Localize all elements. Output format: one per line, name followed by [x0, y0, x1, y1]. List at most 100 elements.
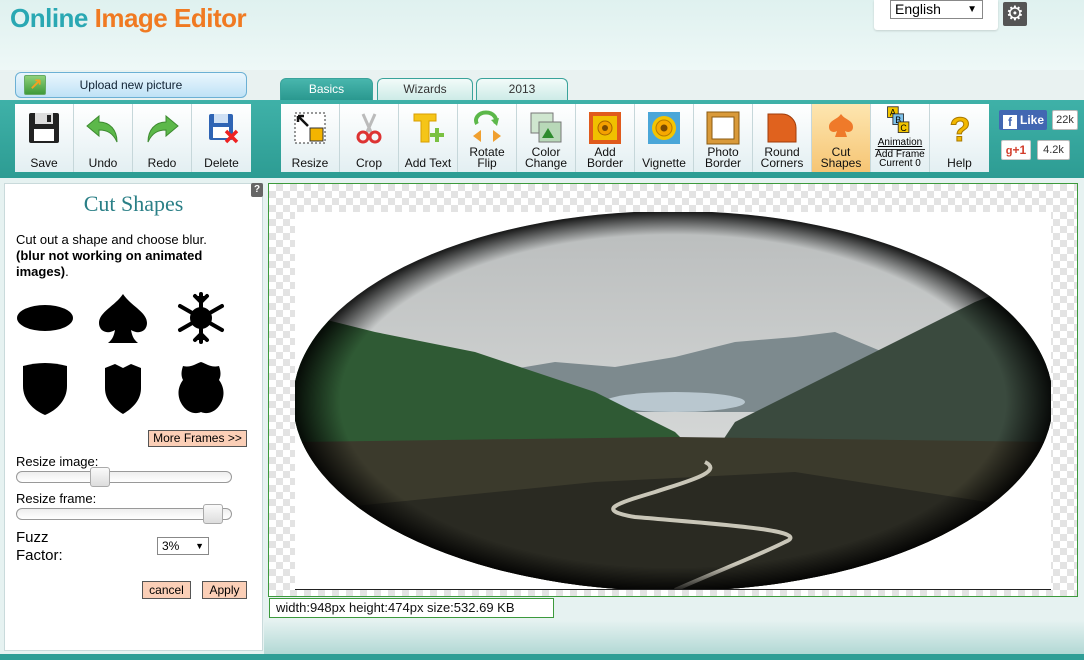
cut-shapes-label: Cut Shapes [820, 145, 862, 170]
tab-basics[interactable]: Basics [280, 78, 373, 100]
border-icon [589, 112, 621, 144]
edited-image[interactable] [295, 212, 1051, 590]
redo-button[interactable]: Redo [133, 104, 192, 172]
color-change-label: Color Change [524, 145, 568, 170]
rotate-flip-label: Rotate Flip [469, 145, 505, 170]
logo-text-image-editor: Image Editor [94, 3, 247, 33]
cut-shapes-panel: Cut Shapes Cut out a shape and choose bl… [4, 183, 263, 651]
animation-label: Animation [877, 137, 923, 148]
resize-icon [294, 112, 326, 144]
app-logo[interactable]: Online Image Editor [10, 3, 247, 34]
upload-picture-button[interactable]: Upload new picture [15, 72, 247, 98]
language-box: English ▼ [874, 0, 998, 30]
vignette-button[interactable]: Vignette [635, 104, 694, 172]
tab-wizards[interactable]: Wizards [377, 78, 473, 100]
panel-description: Cut out a shape and choose blur. (blur n… [16, 232, 207, 279]
logo-text-online: Online [10, 3, 95, 33]
animation-button[interactable]: A B C Animation Add Frame Current 0 [871, 104, 930, 172]
google-plus-button[interactable]: g+1 [1001, 140, 1031, 160]
save-button[interactable]: Save [15, 104, 74, 172]
scissors-icon [356, 113, 382, 144]
rotate-flip-button[interactable]: Rotate Flip [458, 104, 517, 172]
resize-image-handle[interactable] [90, 467, 110, 487]
crop-label: Crop [355, 156, 382, 170]
description-text: Cut out a shape and choose blur. [16, 232, 207, 247]
landscape-photo [295, 212, 1051, 589]
snowflake-shape-icon[interactable] [171, 290, 231, 346]
fb-like-label: Like [1020, 113, 1045, 127]
redo-label: Redo [147, 156, 177, 170]
fuzz-factor-label: Fuzz Factor: [16, 529, 63, 564]
delete-icon [208, 114, 238, 144]
rotate-icon [473, 110, 501, 142]
help-button[interactable]: ? Help [930, 104, 989, 172]
cancel-button[interactable]: cancel [142, 581, 191, 599]
tab-2013[interactable]: 2013 [476, 78, 568, 100]
ellipse-shape-icon[interactable] [15, 290, 75, 346]
resize-frame-handle[interactable] [203, 504, 223, 524]
redo-arrow-icon [147, 114, 179, 143]
gplus-count: 4.2k [1037, 140, 1070, 160]
help-label: Help [947, 156, 972, 170]
resize-frame-label: Resize frame: [16, 491, 97, 506]
round-corners-icon [767, 113, 797, 143]
undo-button[interactable]: Undo [74, 104, 133, 172]
undo-label: Undo [88, 156, 118, 170]
language-select[interactable]: English ▼ [890, 0, 983, 19]
undo-arrow-icon [86, 114, 118, 143]
dropdown-arrow-icon: ▼ [195, 541, 204, 551]
gplus-label: +1 [1012, 143, 1027, 157]
more-frames-button[interactable]: More Frames >> [148, 430, 247, 447]
save-label: Save [30, 156, 58, 170]
add-border-button[interactable]: Add Border [576, 104, 635, 172]
resize-label: Resize [291, 156, 329, 170]
apply-button[interactable]: Apply [202, 581, 247, 599]
fb-like-count: 22k [1052, 110, 1078, 130]
color-change-button[interactable]: Color Change [517, 104, 576, 172]
add-text-button[interactable]: Add Text [399, 104, 458, 172]
round-corners-label: Round Corners [760, 145, 804, 170]
resize-frame-slider[interactable] [16, 504, 232, 524]
cut-shapes-icon [829, 114, 853, 137]
add-text-label: Add Text [404, 156, 452, 170]
animated-note: (blur not working on animated images) [16, 248, 203, 279]
fuzz-factor-value: 3% [162, 539, 180, 553]
svg-text:?: ? [949, 111, 970, 146]
footer-line [0, 654, 1084, 660]
delete-button[interactable]: Delete [192, 104, 251, 172]
highway-shield-shape-icon[interactable] [171, 360, 231, 416]
badge-shape-icon[interactable] [93, 360, 153, 416]
animation-icon: A B C [887, 106, 910, 133]
photo-border-icon [706, 111, 740, 145]
panel-title: Cut Shapes [83, 191, 184, 216]
dropdown-arrow-icon: ▼ [967, 4, 977, 15]
fuzz-factor-select[interactable]: 3% ▼ [157, 537, 209, 555]
help-icon: ? [949, 111, 971, 147]
shield-shape-icon[interactable] [15, 360, 75, 416]
photo-border-label: Photo Border [704, 145, 742, 170]
round-corners-button[interactable]: Round Corners [753, 104, 812, 172]
spade-shape-icon[interactable] [93, 290, 153, 346]
color-change-icon [530, 112, 562, 143]
image-info-bar: width:948px height:474px size:532.69 KB [269, 598, 554, 618]
resize-button[interactable]: Resize [281, 104, 340, 172]
cut-shapes-button[interactable]: Cut Shapes [812, 104, 871, 172]
add-border-label: Add Border [586, 145, 624, 170]
current-frame-label: Current 0 [879, 158, 921, 169]
resize-image-slider[interactable] [16, 467, 232, 487]
vignette-label: Vignette [642, 156, 686, 170]
svg-text:C: C [900, 123, 907, 133]
photo-border-button[interactable]: Photo Border [694, 104, 753, 172]
vignette-icon [648, 112, 680, 144]
text-icon [413, 113, 444, 143]
upload-label: Upload new picture [79, 78, 183, 92]
upload-icon [24, 73, 46, 97]
panel-help-icon[interactable]: ? [251, 183, 263, 197]
resize-image-label: Resize image: [16, 454, 99, 469]
gear-icon[interactable]: ⚙ [1003, 2, 1027, 26]
google-plus-icon: g [1005, 145, 1013, 157]
delete-label: Delete [204, 156, 239, 170]
facebook-like-button[interactable]: f Like [999, 110, 1047, 130]
language-value: English [895, 1, 941, 17]
crop-button[interactable]: Crop [340, 104, 399, 172]
